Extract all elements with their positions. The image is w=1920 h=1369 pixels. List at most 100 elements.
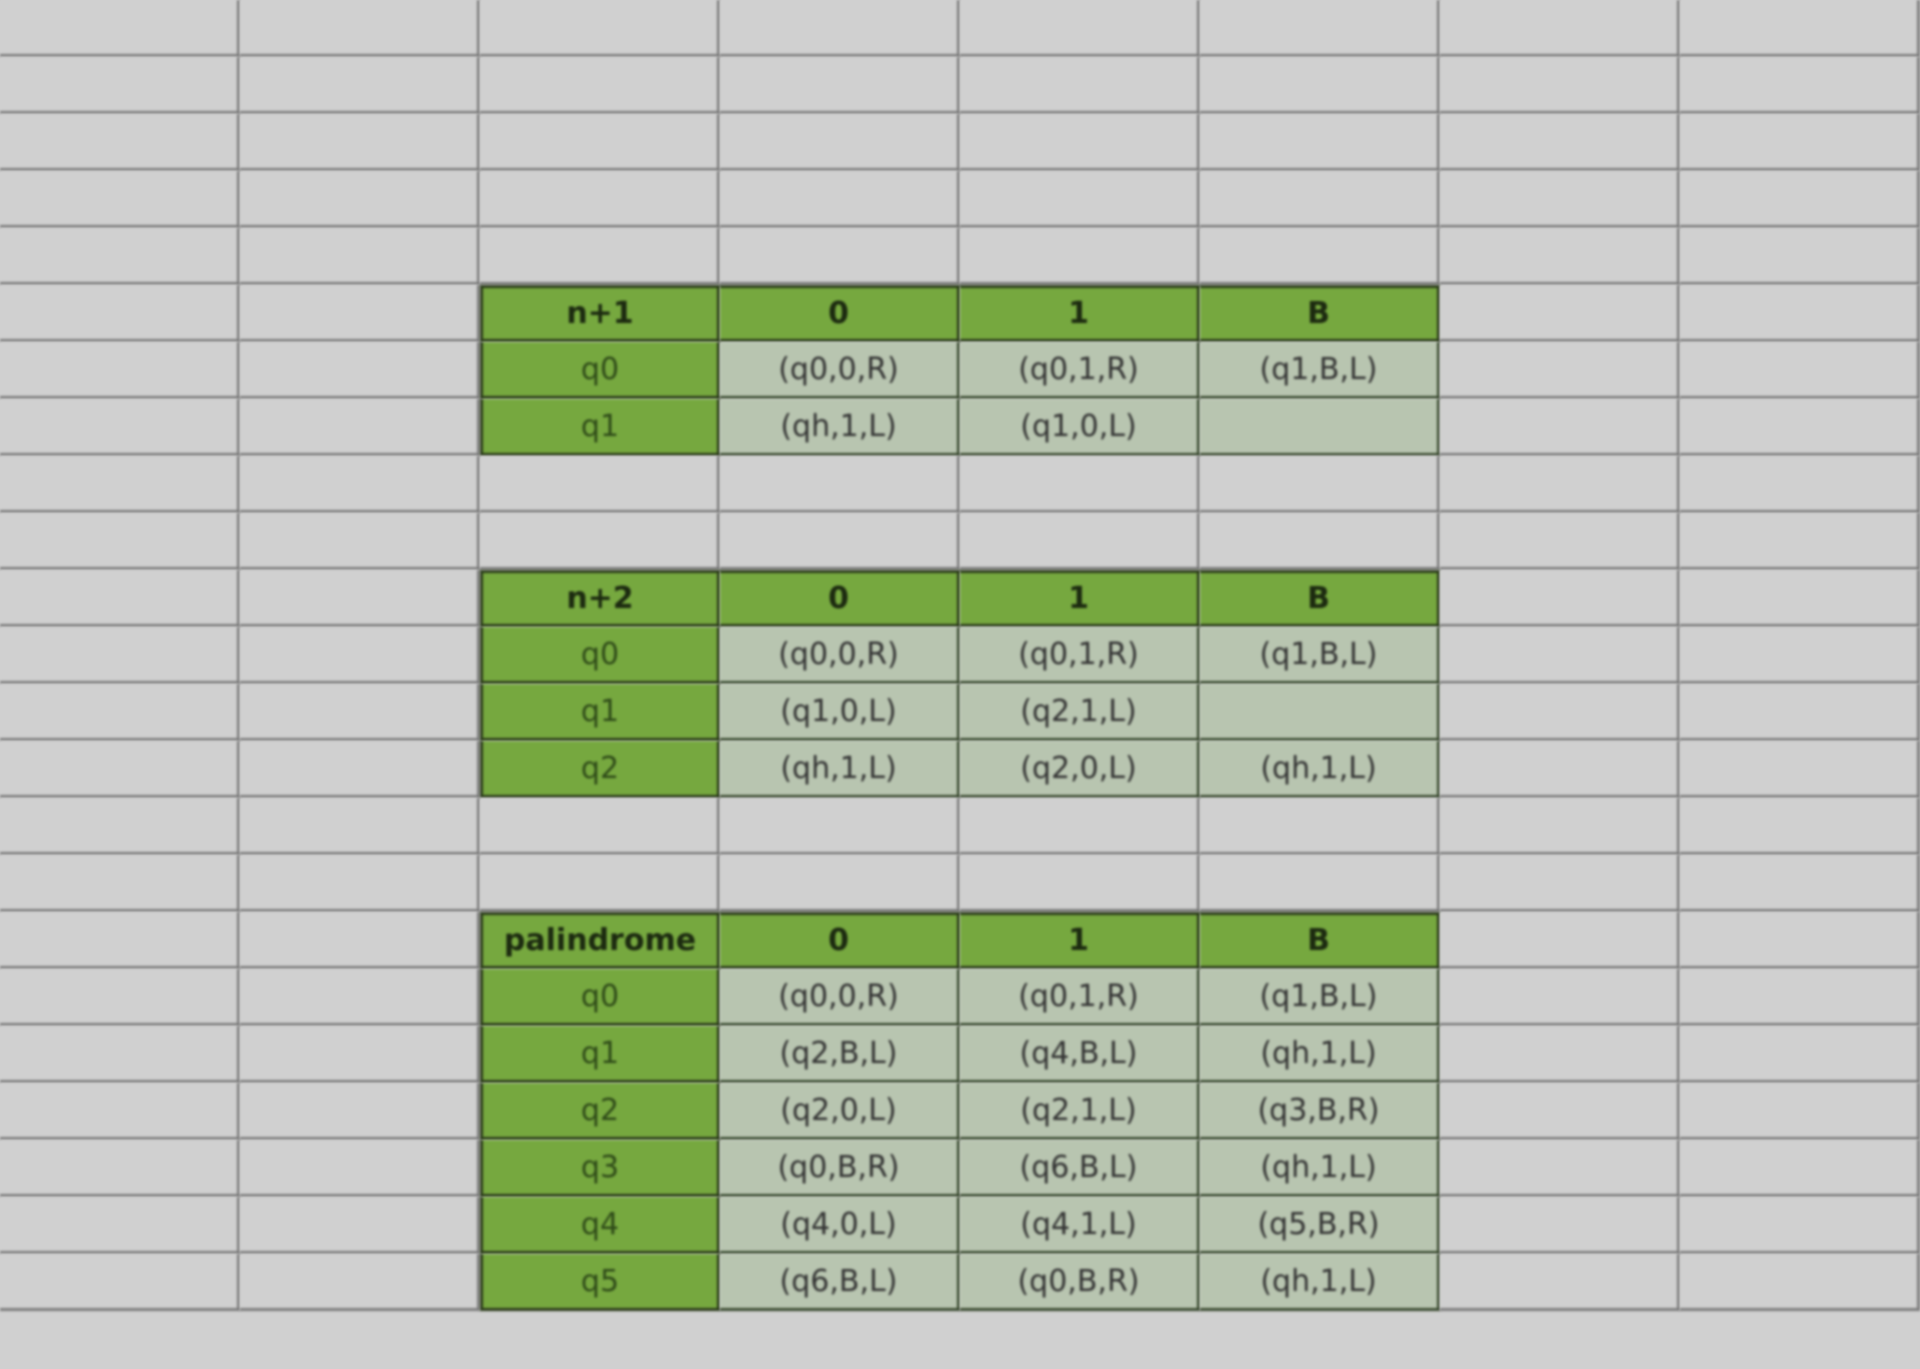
transition-cell[interactable]: (q1,B,L) <box>1200 969 1440 1026</box>
sheet-cell[interactable] <box>1680 855 1920 912</box>
sheet-cell[interactable] <box>1440 1026 1680 1083</box>
sheet-cell[interactable] <box>0 1083 240 1140</box>
transition-cell[interactable] <box>1200 684 1440 741</box>
sheet-cell[interactable] <box>1200 513 1440 570</box>
sheet-cell[interactable] <box>1200 456 1440 513</box>
table-header-cell[interactable]: B <box>1200 912 1440 969</box>
sheet-cell[interactable] <box>240 1140 480 1197</box>
sheet-cell[interactable] <box>1440 684 1680 741</box>
sheet-cell[interactable] <box>1440 912 1680 969</box>
sheet-cell[interactable] <box>1200 114 1440 171</box>
transition-cell[interactable]: (q0,0,R) <box>720 342 960 399</box>
sheet-cell[interactable] <box>720 57 960 114</box>
sheet-cell[interactable] <box>1200 0 1440 57</box>
sheet-cell[interactable] <box>1680 969 1920 1026</box>
sheet-cell[interactable] <box>1680 0 1920 57</box>
sheet-cell[interactable] <box>720 855 960 912</box>
sheet-cell[interactable] <box>1200 228 1440 285</box>
sheet-cell[interactable] <box>1440 570 1680 627</box>
sheet-cell[interactable] <box>1200 57 1440 114</box>
table-header-cell[interactable]: B <box>1200 285 1440 342</box>
table-header-cell[interactable]: 1 <box>960 570 1200 627</box>
sheet-cell[interactable] <box>960 456 1200 513</box>
transition-cell[interactable]: (q6,B,L) <box>960 1140 1200 1197</box>
sheet-cell[interactable] <box>1680 798 1920 855</box>
transition-cell[interactable]: (q5,B,R) <box>1200 1197 1440 1254</box>
sheet-cell[interactable] <box>0 798 240 855</box>
transition-cell[interactable]: (q0,0,R) <box>720 627 960 684</box>
sheet-cell[interactable] <box>1680 1083 1920 1140</box>
sheet-cell[interactable] <box>1680 1254 1920 1311</box>
sheet-cell[interactable] <box>960 171 1200 228</box>
sheet-cell[interactable] <box>240 912 480 969</box>
transition-cell[interactable]: (q2,B,L) <box>720 1026 960 1083</box>
sheet-cell[interactable] <box>1680 570 1920 627</box>
transition-cell[interactable]: (q1,0,L) <box>960 399 1200 456</box>
sheet-cell[interactable] <box>1680 342 1920 399</box>
sheet-cell[interactable] <box>1680 228 1920 285</box>
sheet-cell[interactable] <box>720 798 960 855</box>
state-label-cell[interactable]: q1 <box>480 684 720 741</box>
sheet-cell[interactable] <box>960 228 1200 285</box>
sheet-cell[interactable] <box>1680 1140 1920 1197</box>
sheet-cell[interactable] <box>960 798 1200 855</box>
transition-cell[interactable]: (q2,0,L) <box>960 741 1200 798</box>
sheet-cell[interactable] <box>1680 1197 1920 1254</box>
sheet-cell[interactable] <box>0 627 240 684</box>
sheet-cell[interactable] <box>0 855 240 912</box>
sheet-cell[interactable] <box>240 1197 480 1254</box>
sheet-cell[interactable] <box>240 855 480 912</box>
sheet-cell[interactable] <box>960 513 1200 570</box>
sheet-cell[interactable] <box>240 1254 480 1311</box>
sheet-cell[interactable] <box>1680 1026 1920 1083</box>
sheet-cell[interactable] <box>0 570 240 627</box>
sheet-cell[interactable] <box>240 342 480 399</box>
sheet-cell[interactable] <box>480 456 720 513</box>
sheet-cell[interactable] <box>240 627 480 684</box>
sheet-cell[interactable] <box>1440 1254 1680 1311</box>
sheet-cell[interactable] <box>1440 1140 1680 1197</box>
sheet-cell[interactable] <box>1680 456 1920 513</box>
sheet-cell[interactable] <box>240 684 480 741</box>
sheet-cell[interactable] <box>720 228 960 285</box>
sheet-cell[interactable] <box>0 1254 240 1311</box>
state-label-cell[interactable]: q1 <box>480 1026 720 1083</box>
transition-cell[interactable]: (q1,B,L) <box>1200 627 1440 684</box>
sheet-cell[interactable] <box>720 0 960 57</box>
table-header-cell[interactable]: 0 <box>720 285 960 342</box>
table-header-cell[interactable]: B <box>1200 570 1440 627</box>
sheet-cell[interactable] <box>1440 1197 1680 1254</box>
sheet-cell[interactable] <box>0 0 240 57</box>
sheet-cell[interactable] <box>720 513 960 570</box>
sheet-cell[interactable] <box>1440 171 1680 228</box>
state-label-cell[interactable]: q0 <box>480 342 720 399</box>
sheet-cell[interactable] <box>0 285 240 342</box>
sheet-cell[interactable] <box>1680 513 1920 570</box>
sheet-cell[interactable] <box>0 741 240 798</box>
sheet-cell[interactable] <box>480 855 720 912</box>
sheet-cell[interactable] <box>480 513 720 570</box>
table-header-cell[interactable]: 1 <box>960 912 1200 969</box>
transition-cell[interactable]: (q2,1,L) <box>960 1083 1200 1140</box>
sheet-cell[interactable] <box>0 114 240 171</box>
sheet-cell[interactable] <box>1440 855 1680 912</box>
state-label-cell[interactable]: q2 <box>480 741 720 798</box>
sheet-cell[interactable] <box>1680 114 1920 171</box>
sheet-cell[interactable] <box>960 0 1200 57</box>
transition-cell[interactable]: (q4,B,L) <box>960 1026 1200 1083</box>
sheet-cell[interactable] <box>0 171 240 228</box>
sheet-cell[interactable] <box>1200 798 1440 855</box>
sheet-cell[interactable] <box>1440 627 1680 684</box>
table-header-cell[interactable]: 1 <box>960 285 1200 342</box>
transition-cell[interactable]: (q1,B,L) <box>1200 342 1440 399</box>
sheet-cell[interactable] <box>480 171 720 228</box>
sheet-cell[interactable] <box>240 285 480 342</box>
state-label-cell[interactable]: q3 <box>480 1140 720 1197</box>
sheet-cell[interactable] <box>1440 741 1680 798</box>
sheet-cell[interactable] <box>1440 399 1680 456</box>
sheet-cell[interactable] <box>1440 285 1680 342</box>
transition-cell[interactable]: (q0,1,R) <box>960 342 1200 399</box>
state-label-cell[interactable]: q4 <box>480 1197 720 1254</box>
sheet-cell[interactable] <box>0 969 240 1026</box>
sheet-cell[interactable] <box>1440 342 1680 399</box>
